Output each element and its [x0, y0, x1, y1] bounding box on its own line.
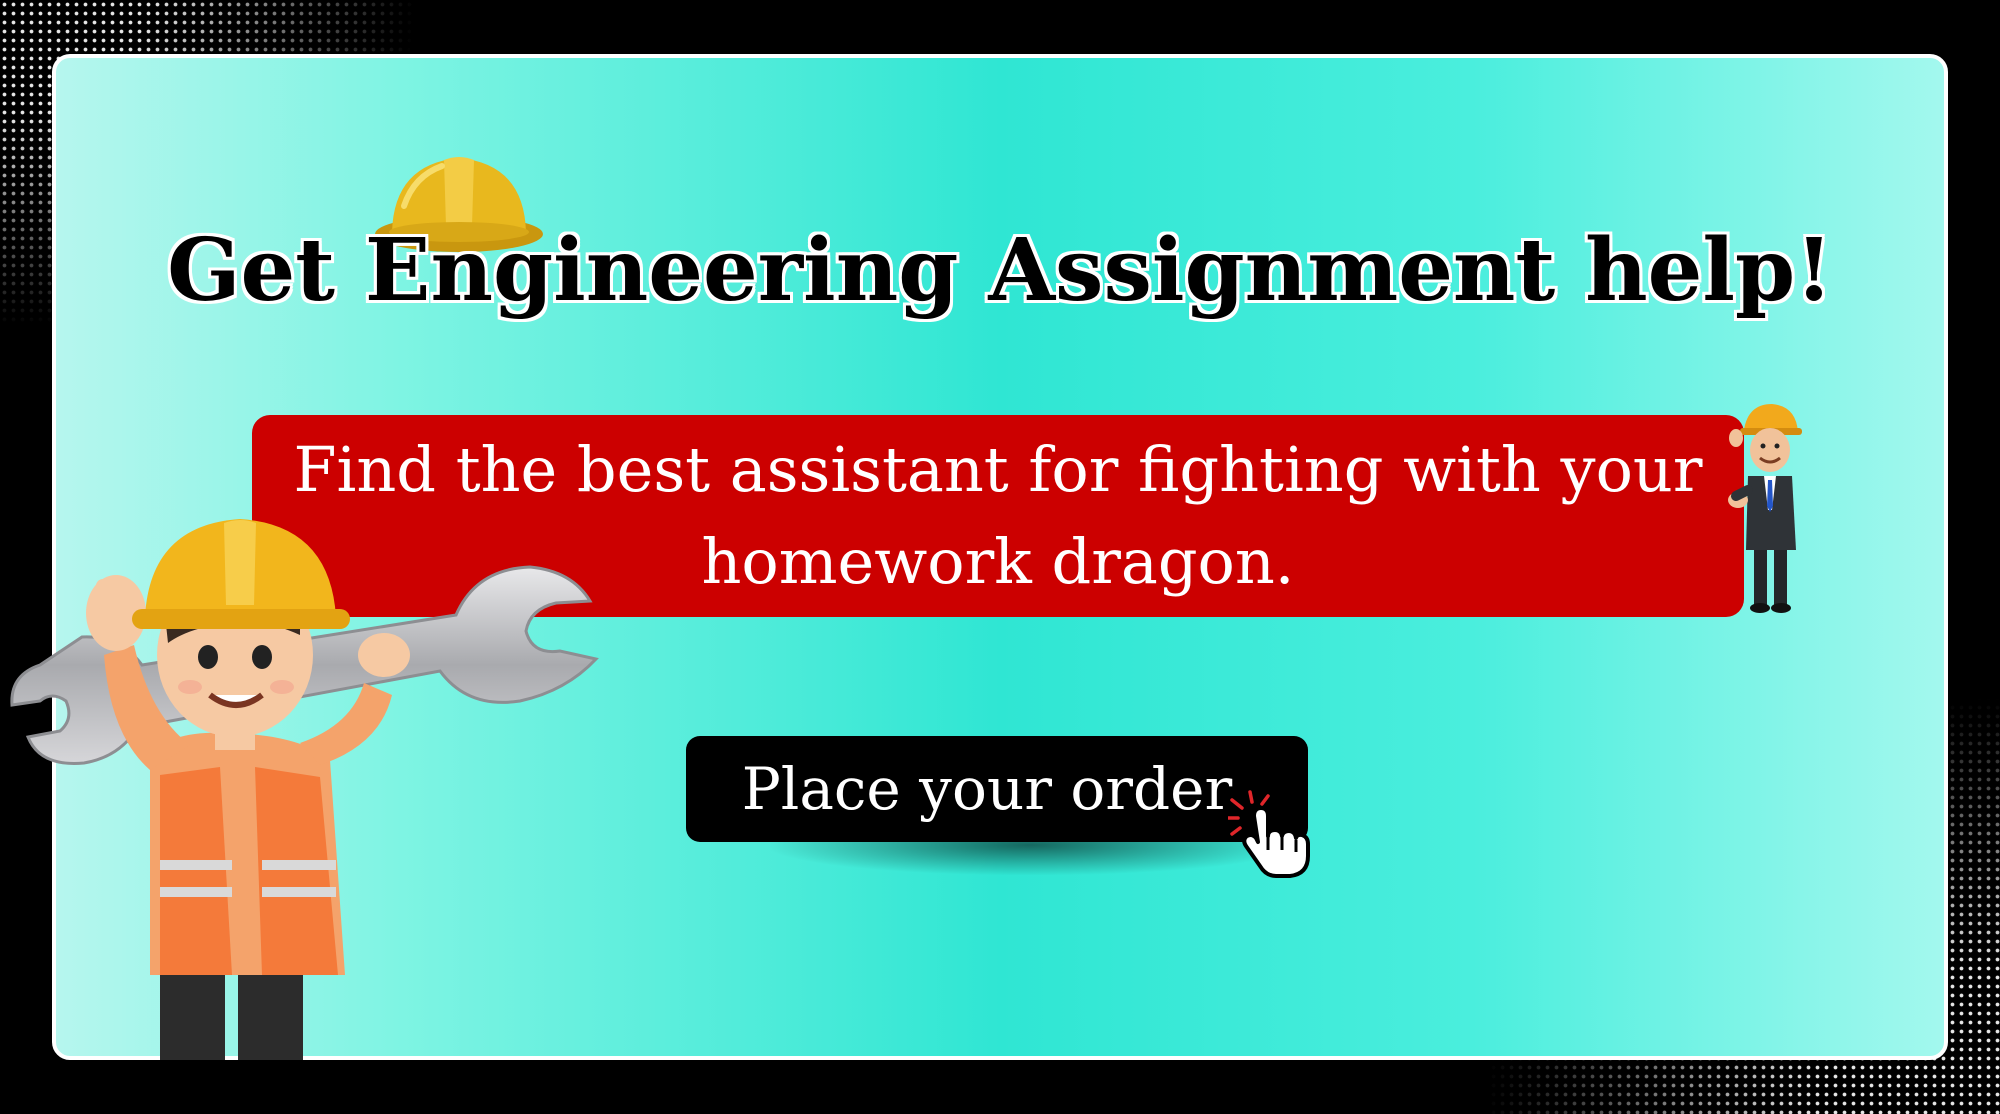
- headline: Get Engineering Assignment help!: [167, 220, 1833, 321]
- hand-pointer-icon: [1228, 790, 1310, 878]
- ad-banner: Get Engineering Assignment help! Find th…: [0, 0, 2000, 1114]
- place-order-button[interactable]: Place your order: [686, 736, 1308, 842]
- businessman-illustration: [1728, 404, 1802, 613]
- construction-worker-illustration: [10, 519, 599, 1060]
